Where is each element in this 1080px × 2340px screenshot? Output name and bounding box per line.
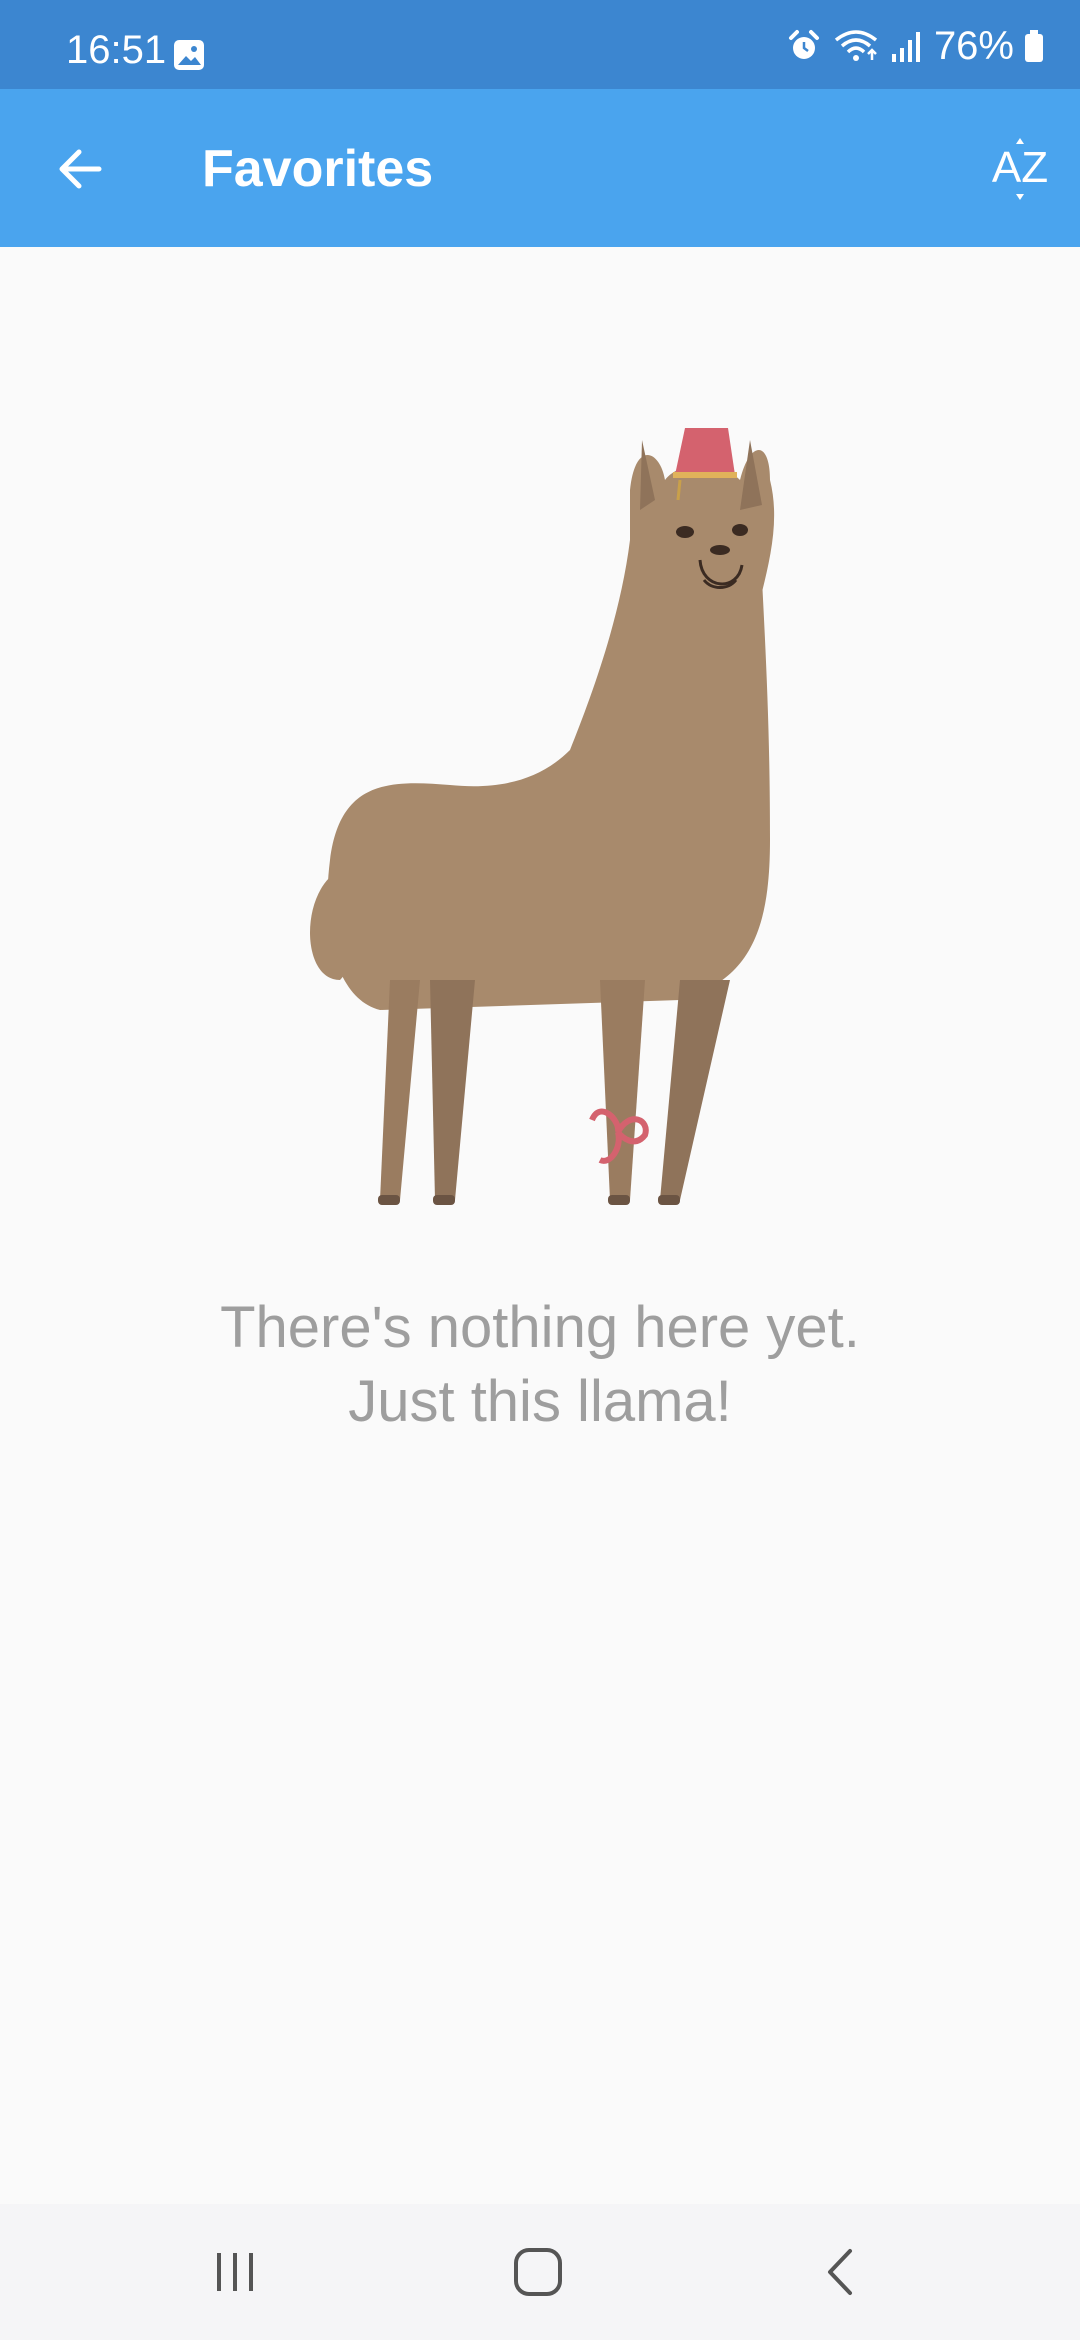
wifi-icon (834, 30, 878, 61)
signal-icon (891, 32, 920, 62)
recents-icon (217, 2253, 253, 2291)
home-button[interactable] (458, 2204, 618, 2340)
page-title: Favorites (202, 140, 434, 198)
status-time: 16:51 (66, 28, 167, 72)
recents-button[interactable] (156, 2204, 316, 2340)
sort-label: AZ (992, 143, 1048, 192)
gallery-icon (174, 40, 204, 70)
navigation-bar (0, 2204, 1080, 2340)
sort-az-icon: AZ (992, 138, 1048, 200)
status-indicators: 76% (786, 24, 1044, 68)
system-back-button[interactable] (760, 2204, 920, 2340)
llama-illustration (310, 428, 775, 1205)
back-button[interactable] (40, 129, 120, 209)
app-bar: Favorites AZ (0, 89, 1080, 247)
empty-message-line1: There's nothing here yet. (220, 1295, 860, 1360)
sort-button[interactable]: AZ (980, 129, 1060, 209)
arrow-left-icon (59, 149, 102, 189)
back-icon (828, 2249, 852, 2295)
home-icon (514, 2248, 562, 2296)
alarm-icon (788, 30, 819, 59)
battery-icon (1025, 30, 1043, 62)
status-bar: 16:51 76% (0, 0, 1080, 89)
empty-message-line2: Just this llama! (348, 1369, 732, 1434)
battery-percentage: 76% (933, 23, 1014, 68)
